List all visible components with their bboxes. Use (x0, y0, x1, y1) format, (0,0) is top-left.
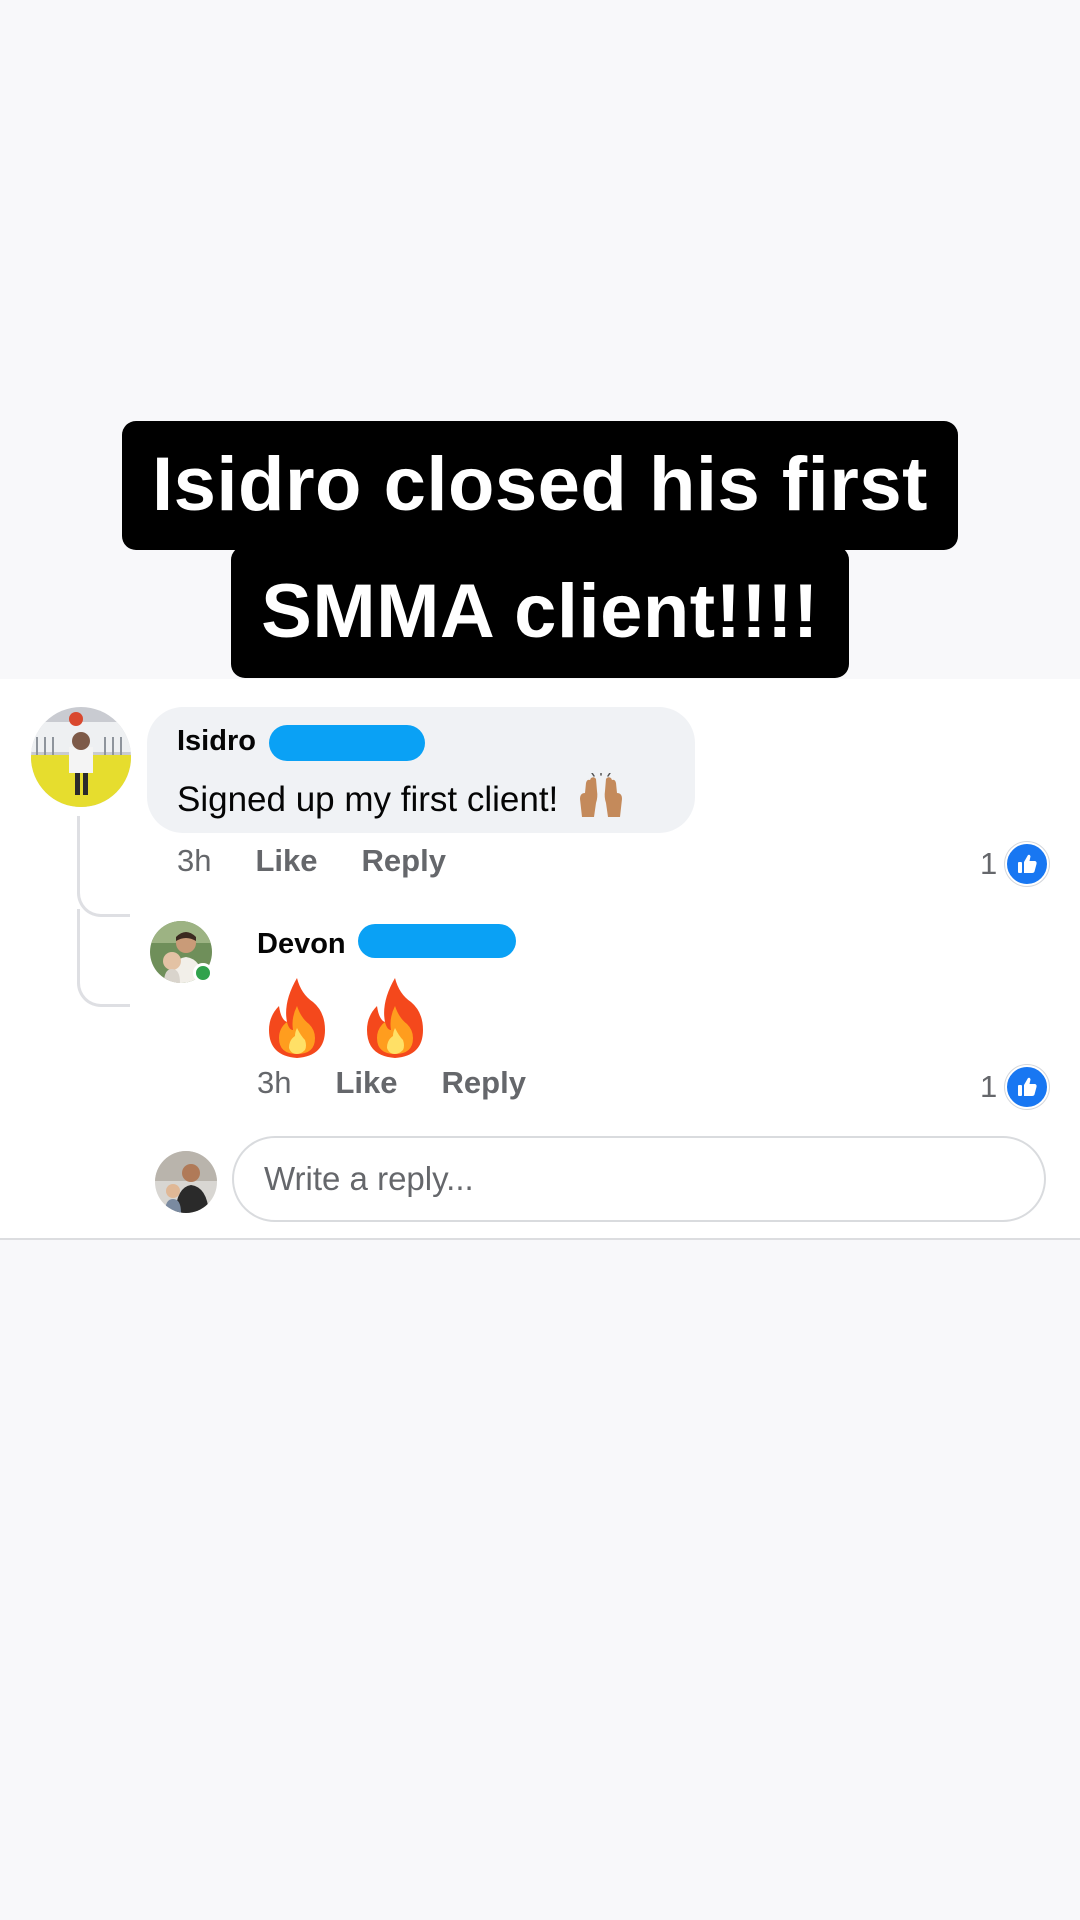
reply-timestamp: 3h (257, 1065, 292, 1100)
reply-actions: 3h Like Reply (257, 1065, 526, 1101)
raised-hands-emoji-icon (576, 771, 626, 828)
reaction-summary[interactable]: 1 (980, 1065, 1050, 1109)
comment-bubble: Isidro Signed up my first client! (147, 707, 695, 833)
story-caption: Isidro closed his first SMMA client!!!! (0, 421, 1080, 678)
thread-connector-line (77, 816, 130, 917)
reaction-summary[interactable]: 1 (980, 842, 1050, 886)
online-status-indicator (193, 963, 213, 983)
thumbs-up-icon (1005, 842, 1050, 886)
comment-thread-panel: Isidro Signed up my first client! 3h Lik… (0, 679, 1080, 1240)
comment-actions: 3h Like Reply (177, 843, 446, 879)
thumbs-up-icon (1005, 1065, 1050, 1109)
like-button[interactable]: Like (335, 1065, 397, 1101)
caption-line-1: Isidro closed his first (122, 421, 958, 550)
current-user-avatar[interactable] (155, 1151, 217, 1213)
redaction-scribble (269, 725, 425, 761)
comment-timestamp: 3h (177, 843, 212, 878)
comment-text-content: Signed up my first client! (177, 780, 559, 819)
reaction-count: 1 (980, 846, 998, 881)
fire-emoji-icon (269, 978, 325, 1058)
reply-author-name[interactable]: Devon (257, 928, 346, 961)
caption-line-2: SMMA client!!!! (231, 546, 849, 678)
reply-content (263, 976, 429, 1060)
comment-author-name[interactable]: Isidro (177, 725, 256, 758)
like-button[interactable]: Like (255, 843, 317, 879)
comment-text: Signed up my first client! (177, 771, 626, 828)
reaction-count: 1 (980, 1069, 998, 1104)
reply-button[interactable]: Reply (362, 843, 446, 879)
thread-connector-line (77, 909, 130, 1007)
reply-button[interactable]: Reply (442, 1065, 526, 1101)
fire-emoji-icon (367, 978, 423, 1058)
write-reply-input[interactable] (232, 1136, 1046, 1222)
avatar[interactable] (31, 707, 131, 807)
redaction-scribble (358, 924, 516, 958)
